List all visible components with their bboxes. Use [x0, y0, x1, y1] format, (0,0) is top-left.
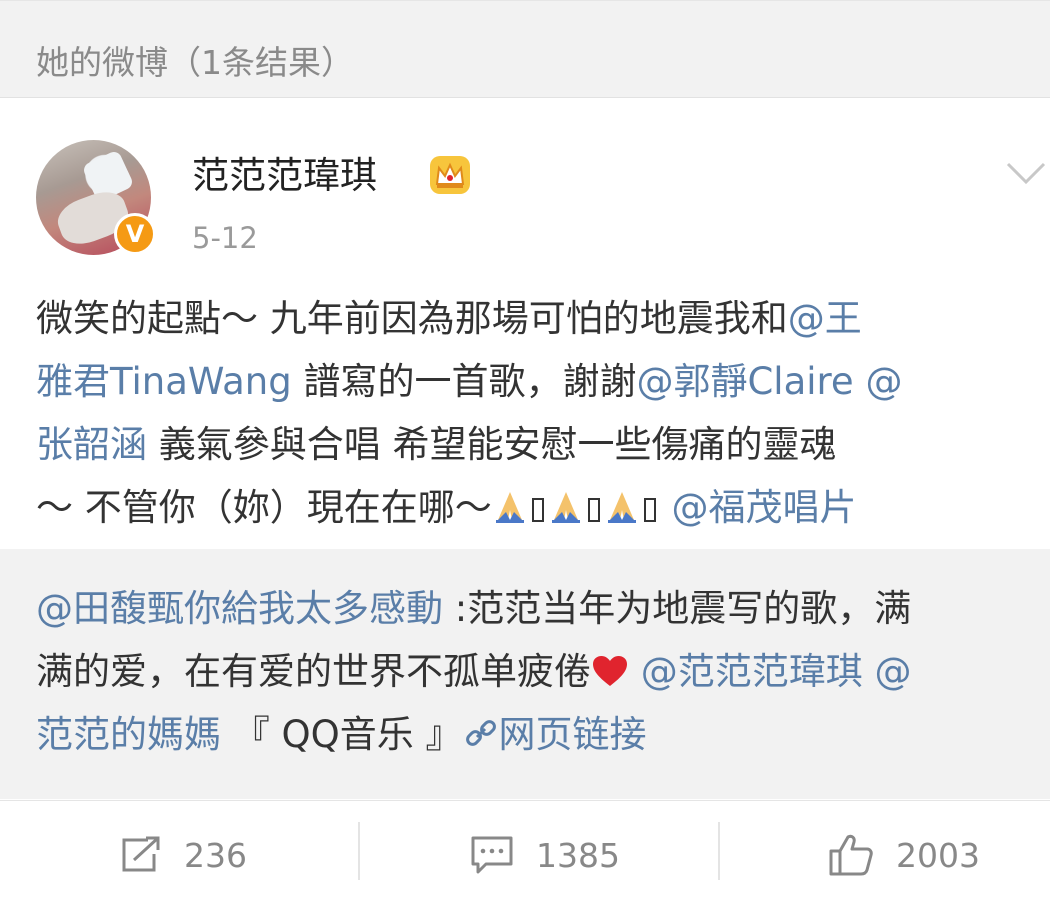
mention-link[interactable]: @福茂唱片 [672, 486, 857, 529]
results-header: 她的微博（1条结果） [0, 0, 1050, 98]
post-line: 张韶涵 義氣參與合唱 希望能安慰一些傷痛的靈魂 [36, 423, 837, 466]
chevron-down-icon[interactable] [1004, 158, 1048, 188]
repost-line: @田馥甄你給我太多感動 :范范当年为地震写的歌，满 [36, 587, 912, 630]
repost-content: @田馥甄你給我太多感動 :范范当年为地震写的歌，满 满的爱，在有爱的世界不孤单疲… [36, 577, 1036, 766]
repost-count: 236 [184, 835, 247, 875]
repost-button[interactable]: 236 [120, 832, 247, 878]
divider [358, 822, 360, 880]
like-count: 2003 [896, 835, 980, 875]
heart-icon [593, 656, 627, 686]
comment-icon [471, 836, 513, 874]
mention-link[interactable]: @王 [788, 297, 862, 340]
like-button[interactable]: 2003 [828, 832, 980, 878]
mention-link[interactable]: 雅君TinaWang [36, 360, 292, 403]
divider [718, 822, 720, 880]
comment-count: 1385 [536, 835, 620, 875]
mention-link[interactable]: @郭靜Claire @ [636, 360, 902, 403]
missing-glyph [587, 498, 600, 522]
comment-button[interactable]: 1385 [470, 832, 620, 878]
thumbs-up-icon [829, 834, 873, 876]
web-page-link[interactable]: 网页链接 [499, 713, 647, 756]
pray-icon [607, 492, 636, 523]
post-line: 雅君TinaWang 譜寫的一首歌，謝謝@郭靜Claire @ [36, 360, 903, 403]
repost-line: 范范的媽媽 『 QQ音乐 』网页链接 [36, 713, 647, 756]
missing-glyph [643, 498, 656, 522]
post-content: 微笑的起點～ 九年前因為那場可怕的地震我和@王 雅君TinaWang 譜寫的一首… [36, 287, 1036, 539]
mention-link[interactable]: @田馥甄你給我太多感動 [36, 587, 443, 630]
verified-badge: V [114, 213, 156, 255]
link-chain-icon[interactable] [463, 717, 499, 751]
mention-link[interactable]: @范范范瑋琪 @ [641, 650, 912, 693]
mention-link[interactable]: 张韶涵 [36, 423, 147, 466]
repost-line: 满的爱，在有爱的世界不孤单疲倦 @范范范瑋琪 @ [36, 650, 912, 693]
author-name[interactable]: 范范范瑋琪 [192, 152, 377, 200]
missing-glyph [531, 498, 544, 522]
post-line: ～ 不管你（妳）現在在哪～ @福茂唱片 [36, 486, 857, 529]
pray-icon [551, 492, 580, 523]
crown-icon [430, 156, 470, 194]
post-line: 微笑的起點～ 九年前因為那場可怕的地震我和@王 [36, 297, 862, 340]
post-time: 5-12 [192, 221, 258, 255]
mention-link[interactable]: 范范的媽媽 [36, 713, 221, 756]
pray-icon [495, 492, 524, 523]
repost-icon [122, 836, 160, 872]
results-title: 她的微博（1条结果） [36, 43, 354, 82]
